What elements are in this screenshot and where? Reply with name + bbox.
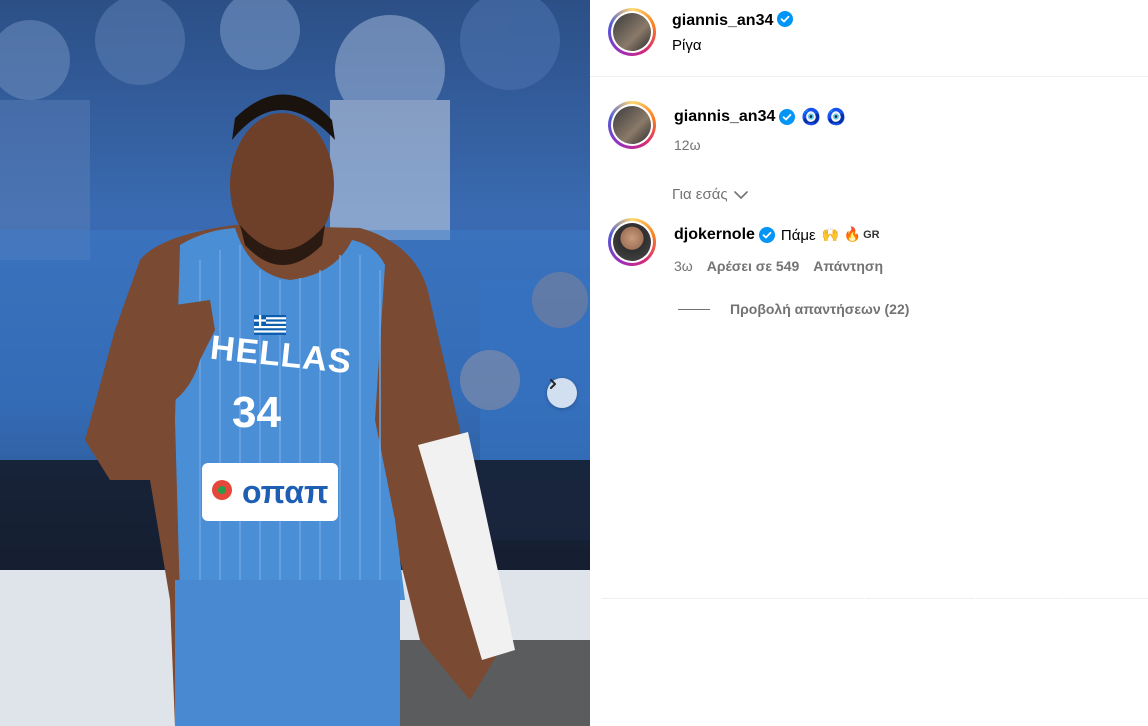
comment-likes[interactable]: Αρέσει σε 549 — [707, 258, 800, 274]
replies-divider-line — [678, 308, 710, 310]
post-image[interactable]: HELLAS 34 οπαπ — [0, 0, 590, 726]
view-replies-button[interactable]: Προβολή απαντήσεων (22) — [678, 301, 909, 317]
comments-sort-dropdown[interactable]: Για εσάς — [672, 186, 748, 203]
post-side-panel: giannis_an34 Ρίγα giannis_an34 🧿 🧿 12ω Γ… — [590, 0, 1148, 726]
comment-text: Πάμε — [780, 226, 816, 244]
chevron-down-icon — [733, 190, 748, 199]
caption-emojis: 🧿 🧿 — [801, 107, 847, 126]
verified-badge-icon — [758, 227, 775, 243]
verified-badge-icon — [779, 108, 796, 125]
commenter-username[interactable]: djokernole — [674, 226, 755, 244]
caption-time[interactable]: 12ω — [674, 137, 701, 153]
comment-time[interactable]: 3ω — [674, 258, 693, 274]
commenter-avatar[interactable] — [608, 218, 656, 266]
post-header: giannis_an34 Ρίγα — [590, 0, 1148, 77]
comment-meta: 3ω Αρέσει σε 549 Απάντηση — [674, 258, 883, 274]
verified-badge-icon — [777, 11, 794, 27]
comment-emojis: 🙌 🔥 — [821, 227, 862, 243]
footer-divider — [1063, 598, 1148, 599]
caption-row: giannis_an34 🧿 🧿 — [674, 107, 846, 126]
comment-row: djokernole Πάμε 🙌 🔥 GR — [674, 226, 880, 244]
jersey-number: 34 — [232, 388, 281, 437]
view-replies-label: Προβολή απαντήσεων (22) — [730, 301, 910, 317]
caption-username[interactable]: giannis_an34 — [674, 108, 775, 126]
post-location[interactable]: Ρίγα — [672, 37, 702, 54]
footer-divider — [865, 598, 975, 599]
caption-author-avatar[interactable] — [608, 101, 656, 149]
comments-sort-label: Για εσάς — [672, 186, 728, 203]
author-avatar[interactable] — [608, 8, 656, 56]
footer-divider — [976, 598, 1062, 599]
comment-reply-button[interactable]: Απάντηση — [813, 258, 883, 274]
footer-divider — [602, 598, 864, 599]
carousel-next-button[interactable] — [547, 378, 577, 408]
chevron-right-icon — [550, 379, 556, 389]
jersey-sponsor-text: οπαπ — [242, 474, 329, 510]
comment-flag-label: GR — [863, 229, 880, 241]
author-username[interactable]: giannis_an34 — [672, 12, 773, 29]
header-username-row: giannis_an34 — [672, 11, 794, 30]
